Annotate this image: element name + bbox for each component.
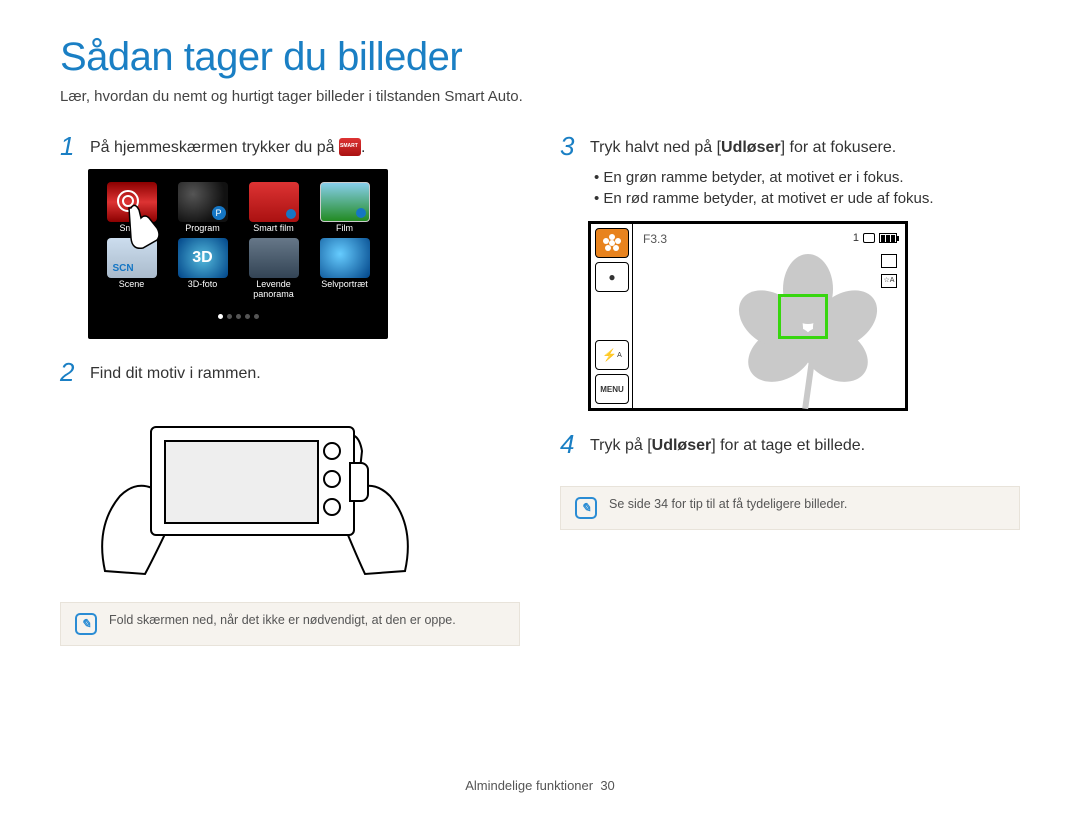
- status-bar: 1: [853, 232, 897, 244]
- left-column: 1 På hjemmeskærmen trykker du på . Smart…: [60, 133, 520, 646]
- flash-auto-icon: ⚡A: [595, 340, 629, 370]
- smart-mode-icon: [339, 138, 361, 156]
- page-subtitle: Lær, hvordan du nemt og hurtigt tager bi…: [60, 88, 1020, 105]
- home-item-panorama: Levende panorama: [241, 238, 306, 300]
- step-number: 2: [60, 359, 80, 385]
- menu-button-icon: MENU: [595, 374, 629, 404]
- step-2: 2 Find dit motiv i rammen.: [60, 359, 520, 385]
- panorama-icon: [249, 238, 299, 278]
- footer-section: Almindelige funktioner: [465, 778, 593, 793]
- right-status-icons: ☆A: [881, 254, 897, 288]
- note-text: Se side 34 for tip til at få tydeligere …: [609, 497, 847, 511]
- record-icon: ●: [595, 262, 629, 292]
- face-detect-icon: [881, 254, 897, 268]
- home-label: Smart film: [241, 224, 306, 234]
- step3-after: ] for at fokusere.: [781, 139, 897, 156]
- home-label: Selvportræt: [312, 280, 377, 290]
- home-label: Program: [170, 224, 235, 234]
- home-item-film: Film: [312, 182, 377, 234]
- pagination-dots: [99, 306, 377, 324]
- note-text: Fold skærmen ned, når det ikke er nødven…: [109, 613, 456, 627]
- step-3: 3 Tryk halvt ned på [Udløser] for at fok…: [560, 133, 1020, 159]
- right-column: 3 Tryk halvt ned på [Udløser] for at fok…: [560, 133, 1020, 646]
- step4-after: ] for at tage et billede.: [711, 437, 865, 454]
- page-footer: Almindelige funktioner 30: [0, 778, 1080, 793]
- step1-after: .: [361, 139, 365, 156]
- note-box-left: ✎ Fold skærmen ned, når det ikke er nødv…: [60, 602, 520, 646]
- footer-page-number: 30: [600, 778, 614, 793]
- step4-before: Tryk på [: [590, 437, 652, 454]
- step-4: 4 Tryk på [Udløser] for at tage et bille…: [560, 431, 1020, 457]
- home-item-3d: 3D 3D-foto: [170, 238, 235, 300]
- 3d-icon: 3D: [178, 238, 228, 278]
- step-number: 3: [560, 133, 580, 159]
- film-icon: [320, 182, 370, 222]
- aperture-value: F3.3: [643, 232, 667, 246]
- program-icon: [178, 182, 228, 222]
- note-icon: ✎: [575, 497, 597, 519]
- home-item-program: Program: [170, 182, 235, 234]
- step-text: Tryk på [Udløser] for at tage et billede…: [590, 431, 865, 457]
- step-number: 1: [60, 133, 80, 159]
- focus-preview-screen: ● ⚡A MENU F3.3 1 ☆A: [588, 221, 908, 411]
- step-text: Find dit motiv i rammen.: [90, 359, 261, 385]
- step-text: På hjemmeskærmen trykker du på .: [90, 133, 365, 159]
- step3-before: Tryk halvt ned på [: [590, 139, 721, 156]
- step3-bold: Udløser: [721, 139, 781, 156]
- home-label: Scene: [99, 280, 164, 290]
- home-item-smartfilm: Smart film: [241, 182, 306, 234]
- touch-hand-icon: [109, 190, 164, 255]
- home-label: Levende panorama: [241, 280, 306, 300]
- home-item-selfportrait: Selvportræt: [312, 238, 377, 300]
- step-number: 4: [560, 431, 580, 457]
- selfportrait-icon: [320, 238, 370, 278]
- bullet-green: En grøn ramme betyder, at motivet er i f…: [594, 169, 1020, 186]
- step-text: Tryk halvt ned på [Udløser] for at fokus…: [590, 133, 896, 159]
- battery-icon: [879, 233, 897, 243]
- bullet-red: En rød ramme betyder, at motivet er ude …: [594, 190, 1020, 207]
- home-screen-mockup: Smart Program Smart film Film Scene: [88, 169, 388, 339]
- storage-icon: [863, 233, 875, 243]
- note-icon: ✎: [75, 613, 97, 635]
- shots-remaining: 1: [853, 232, 859, 244]
- step-1: 1 På hjemmeskærmen trykker du på .: [60, 133, 520, 159]
- focus-bullets: En grøn ramme betyder, at motivet er i f…: [594, 169, 1020, 207]
- home-label: 3D-foto: [170, 280, 235, 290]
- green-focus-frame: [778, 294, 828, 339]
- page-title: Sådan tager du billeder: [60, 35, 1020, 80]
- step4-bold: Udløser: [652, 437, 712, 454]
- macro-flower-icon: [595, 228, 629, 258]
- home-label: Film: [312, 224, 377, 234]
- step1-before: På hjemmeskærmen trykker du på: [90, 139, 339, 156]
- focus-sidebar: ● ⚡A MENU: [591, 224, 633, 408]
- note-box-right: ✎ Se side 34 for tip til at få tydeliger…: [560, 486, 1020, 530]
- af-icon: ☆A: [881, 274, 897, 288]
- hands-holding-camera-illustration: [90, 396, 420, 586]
- smart-film-icon: [249, 182, 299, 222]
